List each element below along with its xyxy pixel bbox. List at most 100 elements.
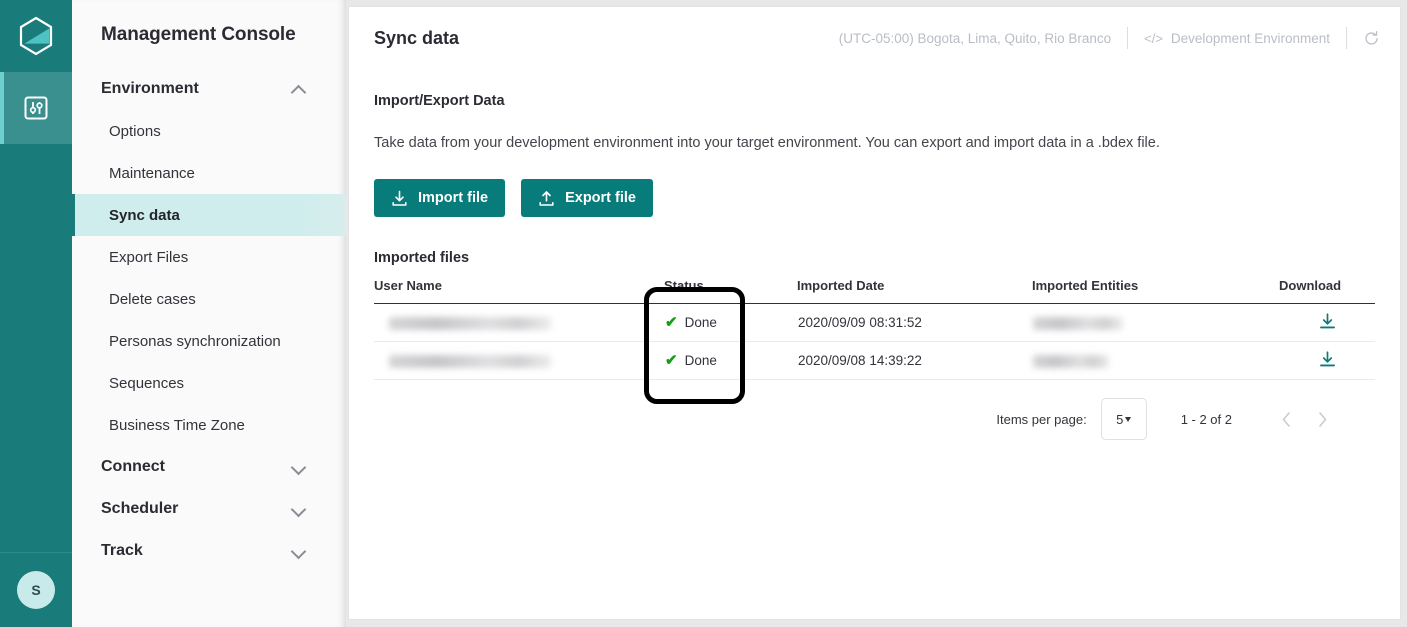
- table-header-row: User Name Status Imported Date Imported …: [374, 272, 1375, 304]
- export-file-button[interactable]: Export file: [521, 179, 653, 217]
- cell-download: [1279, 303, 1375, 342]
- table-title: Imported files: [374, 250, 470, 266]
- sidebar-item-maintenance[interactable]: Maintenance: [72, 152, 346, 194]
- items-per-page-label: Items per page:: [996, 411, 1087, 427]
- imported-files-table: User Name Status Imported Date Imported …: [374, 272, 1375, 380]
- avatar[interactable]: S: [17, 571, 55, 609]
- download-icon[interactable]: [1318, 312, 1337, 331]
- sidebar-item-export-files[interactable]: Export Files: [72, 236, 346, 278]
- column-header-imported-date[interactable]: Imported Date: [797, 272, 1032, 304]
- cell-imported-date: 2020/09/08 14:39:22: [797, 341, 1032, 380]
- top-bar: Sync data (UTC-05:00) Bogota, Lima, Quit…: [349, 7, 1400, 69]
- status-badge: Done: [684, 353, 717, 368]
- check-icon: ✔: [665, 352, 678, 369]
- sidebar-item-business-time-zone[interactable]: Business Time Zone: [72, 404, 346, 446]
- refresh-icon: [1365, 30, 1378, 45]
- icon-rail: S: [0, 0, 72, 627]
- sidebar-item-label: Personas synchronization: [109, 332, 281, 350]
- table-body: ✔ Done 2020/09/09 08:31:52 ✔ Done 2020/0…: [374, 303, 1375, 380]
- refresh-button[interactable]: [1347, 30, 1380, 47]
- import-file-button[interactable]: Import file: [374, 179, 506, 217]
- download-icon[interactable]: [1318, 350, 1337, 369]
- nav-group-track[interactable]: Track: [72, 530, 346, 572]
- pagination-prev-button[interactable]: [1268, 401, 1304, 437]
- sidebar-item-label: Sync data: [109, 206, 180, 224]
- cell-user-name: [374, 341, 664, 380]
- nav-group-label-connect: Connect: [101, 458, 165, 475]
- console-title: Management Console: [101, 24, 296, 45]
- chevron-left-icon: [1282, 411, 1290, 427]
- sidebar-item-delete-cases[interactable]: Delete cases: [72, 278, 346, 320]
- download-file-icon: [392, 190, 407, 206]
- chevron-down-icon: [292, 502, 306, 516]
- chevron-down-icon: [292, 544, 306, 558]
- export-file-label: Export file: [565, 190, 636, 206]
- environment-indicator[interactable]: </> Development Environment: [1128, 31, 1346, 46]
- rail-item-environment[interactable]: [0, 72, 72, 144]
- sidebar-item-label: Sequences: [109, 374, 185, 392]
- sidebar-item-label: Delete cases: [109, 290, 196, 308]
- chevron-up-icon: [292, 82, 306, 96]
- hexagon-logo-icon: [19, 16, 53, 56]
- cell-status: ✔ Done: [664, 341, 797, 380]
- chevron-right-icon: [1318, 411, 1326, 427]
- status-badge: Done: [684, 315, 717, 330]
- column-header-download[interactable]: Download: [1279, 272, 1375, 304]
- table-row[interactable]: ✔ Done 2020/09/08 14:39:22: [374, 341, 1375, 380]
- content-area: Sync data (UTC-05:00) Bogota, Lima, Quit…: [346, 0, 1407, 627]
- redacted-value: [389, 354, 551, 368]
- pagination-range: 1 - 2 of 2: [1180, 411, 1232, 427]
- sidebar: Management Console Environment Options M…: [72, 0, 346, 627]
- column-header-imported-entities[interactable]: Imported Entities: [1032, 272, 1279, 304]
- items-per-page-select[interactable]: 5: [1100, 398, 1147, 440]
- app-root: S Management Console Environment Options…: [0, 0, 1407, 627]
- cell-download: [1279, 341, 1375, 380]
- nav-group-label-track: Track: [101, 542, 143, 559]
- column-header-status[interactable]: Status: [664, 272, 797, 304]
- sidebar-item-personas-synchronization[interactable]: Personas synchronization: [72, 320, 346, 362]
- table-header: User Name Status Imported Date Imported …: [374, 272, 1375, 304]
- top-bar-right: (UTC-05:00) Bogota, Lima, Quito, Rio Bra…: [839, 27, 1380, 49]
- cell-imported-entities: [1032, 303, 1279, 342]
- table-row[interactable]: ✔ Done 2020/09/09 08:31:52: [374, 303, 1375, 342]
- pagination-next-button[interactable]: [1304, 401, 1340, 437]
- timezone-label: (UTC-05:00) Bogota, Lima, Quito, Rio Bra…: [838, 30, 1112, 46]
- code-brackets-icon: </>: [1144, 30, 1163, 46]
- sliders-settings-icon: [24, 96, 48, 120]
- sidebar-item-label: Business Time Zone: [109, 416, 245, 434]
- action-button-row: Import file Export file: [374, 179, 1375, 217]
- user-avatar-container[interactable]: S: [0, 552, 72, 627]
- pagination: Items per page: 5 1 - 2 of 2: [374, 398, 1375, 440]
- chevron-down-icon: [292, 460, 306, 474]
- cell-imported-date: 2020/09/09 08:31:52: [797, 303, 1032, 342]
- redacted-value: [389, 316, 551, 330]
- cell-user-name: [374, 303, 664, 342]
- page-title: Sync data: [374, 27, 460, 48]
- sidebar-item-label: Options: [109, 122, 161, 140]
- section-description: Take data from your development environm…: [374, 135, 1160, 151]
- nav-group-label-scheduler: Scheduler: [101, 500, 179, 517]
- sidebar-item-sequences[interactable]: Sequences: [72, 362, 346, 404]
- app-logo[interactable]: [0, 0, 72, 72]
- check-icon: ✔: [665, 314, 678, 331]
- redacted-value: [1033, 316, 1123, 330]
- nav-group-scheduler[interactable]: Scheduler: [72, 488, 346, 530]
- sidebar-item-options[interactable]: Options: [72, 110, 346, 152]
- redacted-value: [1033, 354, 1109, 368]
- nav-group-environment[interactable]: Environment: [72, 68, 346, 110]
- sidebar-nav: Environment Options Maintenance Sync dat…: [72, 68, 346, 572]
- column-header-user-name[interactable]: User Name: [374, 272, 664, 304]
- sidebar-item-sync-data[interactable]: Sync data: [72, 194, 346, 236]
- cell-imported-entities: [1032, 341, 1279, 380]
- sidebar-item-label: Export Files: [109, 248, 189, 266]
- nav-group-label-environment: Environment: [101, 80, 199, 97]
- items-per-page-value: 5: [1116, 411, 1124, 427]
- nav-group-connect[interactable]: Connect: [72, 446, 346, 488]
- content-card: Sync data (UTC-05:00) Bogota, Lima, Quit…: [348, 6, 1401, 620]
- section-title: Import/Export Data: [374, 93, 505, 109]
- import-file-label: Import file: [418, 190, 489, 206]
- main-body: Import/Export Data Take data from your d…: [349, 93, 1400, 440]
- chevron-down-icon: [1125, 417, 1132, 422]
- environment-label: Development Environment: [1170, 30, 1330, 46]
- cell-status: ✔ Done: [664, 303, 797, 342]
